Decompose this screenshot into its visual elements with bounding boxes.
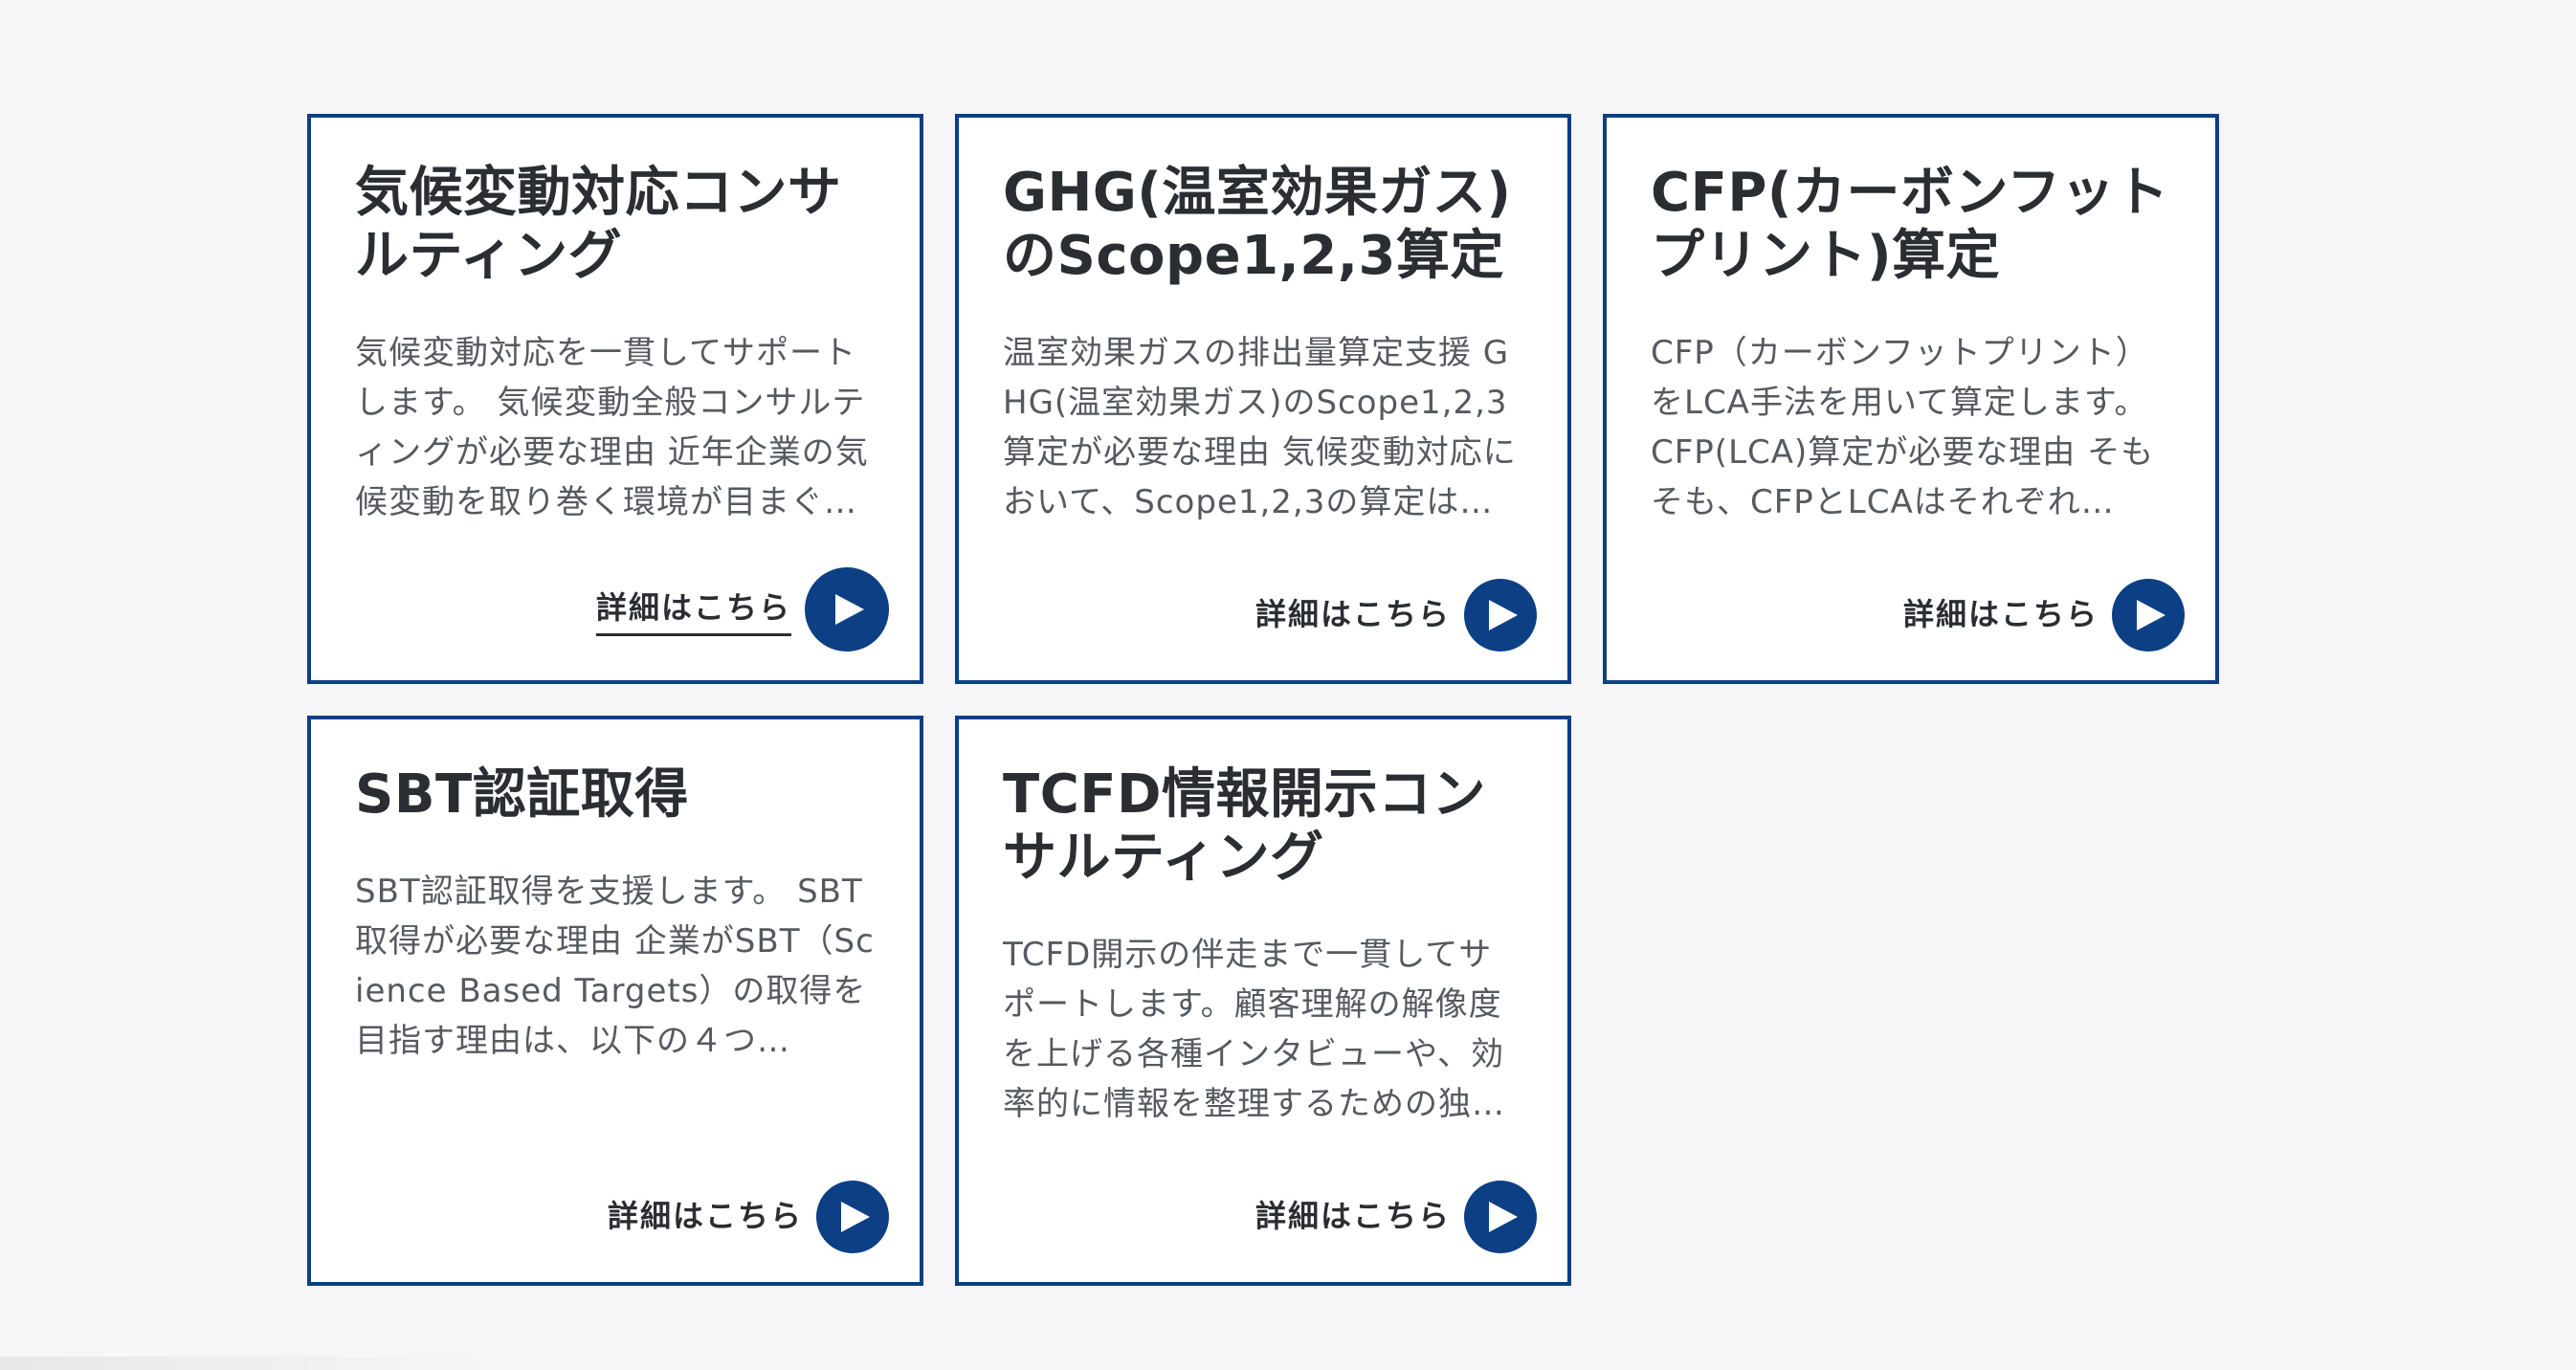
play-icon[interactable] bbox=[1464, 1181, 1537, 1253]
service-card-grid: 気候変動対応コンサルティング 気候変動対応を一貫してサポートします。 気候変動全… bbox=[307, 114, 2221, 1286]
card-title: GHG(温室効果ガス)のScope1,2,3算定 bbox=[1003, 162, 1512, 287]
service-card-sbt[interactable]: SBT認証取得 SBT認証取得を支援します。 SBT取得が必要な理由 企業がSB… bbox=[307, 716, 923, 1286]
card-description: TCFD開示の伴走まで一貫してサポートします。顧客理解の解像度を上げる各種インタ… bbox=[1003, 936, 1505, 1123]
play-icon[interactable] bbox=[1464, 579, 1537, 652]
card-title: TCFD情報開示コンサルティング bbox=[1003, 763, 1487, 889]
play-icon[interactable] bbox=[805, 567, 889, 652]
details-link[interactable]: 詳細はこちら bbox=[1255, 1181, 1537, 1253]
card-title: SBT認証取得 bbox=[355, 763, 689, 826]
details-link[interactable]: 詳細はこちら bbox=[1255, 579, 1537, 652]
play-icon[interactable] bbox=[2112, 579, 2185, 652]
bottom-edge-shadow bbox=[0, 1357, 498, 1370]
details-link-label: 詳細はこちら bbox=[1902, 596, 2099, 632]
details-link-label: 詳細はこちら bbox=[1255, 596, 1451, 632]
details-link-label: 詳細はこちら bbox=[1255, 1198, 1451, 1234]
details-link-label: 詳細はこちら bbox=[607, 1198, 803, 1234]
details-link[interactable]: 詳細はこちら bbox=[1903, 579, 2185, 652]
service-card-climate-consulting[interactable]: 気候変動対応コンサルティング 気候変動対応を一貫してサポートします。 気候変動全… bbox=[307, 114, 923, 684]
card-description: CFP（カーボンフットプリント）をLCA手法を用いて算定します。 CFP(LCA… bbox=[1651, 334, 2155, 521]
card-title: 気候変動対応コンサルティング bbox=[355, 162, 842, 287]
service-card-ghg-scope[interactable]: GHG(温室効果ガス)のScope1,2,3算定 温室効果ガスの排出量算定支援 … bbox=[955, 114, 1571, 684]
details-link-label: 詳細はこちら bbox=[595, 584, 791, 636]
details-link[interactable]: 詳細はこちら bbox=[595, 567, 889, 652]
card-description: 温室効果ガスの排出量算定支援 GHG(温室効果ガス)のScope1,2,3算定が… bbox=[1003, 334, 1517, 521]
service-card-tcfd[interactable]: TCFD情報開示コンサルティング TCFD開示の伴走まで一貫してサポートします。… bbox=[955, 716, 1571, 1286]
service-card-cfp[interactable]: CFP(カーボンフットプリント)算定 CFP（カーボンフットプリント）をLCA手… bbox=[1603, 114, 2219, 684]
card-description: 気候変動対応を一貫してサポートします。 気候変動全般コンサルティングが必要な理由… bbox=[355, 334, 869, 521]
play-icon[interactable] bbox=[816, 1181, 889, 1253]
details-link[interactable]: 詳細はこちら bbox=[608, 1181, 889, 1253]
card-description: SBT認証取得を支援します。 SBT取得が必要な理由 企業がSBT（Scienc… bbox=[355, 873, 875, 1060]
card-title: CFP(カーボンフットプリント)算定 bbox=[1651, 162, 2169, 287]
